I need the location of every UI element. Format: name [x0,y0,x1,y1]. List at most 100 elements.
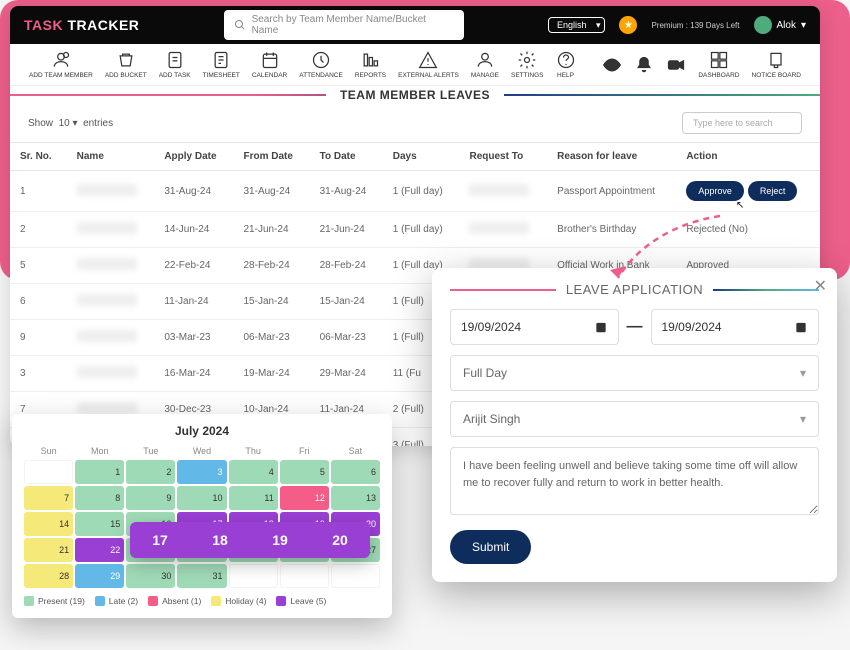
tool-dashboard[interactable]: DASHBOARD [693,50,744,79]
calendar-day[interactable] [280,564,329,588]
calendar-day[interactable]: 10 [177,486,226,510]
tool-add-team-member[interactable]: ADD TEAM MEMBER [24,50,98,79]
calendar-day[interactable] [331,564,380,588]
to-date-input[interactable]: 19/09/2024 [651,309,820,345]
leave-application-modal: ✕ LEAVE APPLICATION 19/09/2024 — 19/09/2… [432,268,837,582]
calendar-weekday: Wed [177,444,226,458]
page-title: TEAM MEMBER LEAVES [326,88,504,102]
tool-attendance[interactable]: ATTENDANCE [294,50,348,79]
tool-eye[interactable] [597,55,627,75]
table-header: From Date [234,143,310,171]
calendar-day[interactable]: 3 [177,460,226,484]
calendar-day[interactable]: 1 [75,460,124,484]
user-menu[interactable]: Alok ▾ [754,16,806,34]
tool-external-alerts[interactable]: EXTERNAL ALERTS [393,50,464,79]
legend-item: Late (2) [95,596,138,606]
calendar-weekday: Fri [280,444,329,458]
calendar-day[interactable]: 12 [280,486,329,510]
calendar-card: July 2024 SunMonTueWedThuFriSat123456789… [12,414,392,618]
tool-timesheet[interactable]: TIMESHEET [198,50,245,79]
tool-calendar[interactable]: CALENDAR [247,50,292,79]
table-header: Days [383,143,460,171]
day-type-select[interactable]: Full Day [450,355,819,391]
calendar-day[interactable]: 30 [126,564,175,588]
calendar-day[interactable] [229,564,278,588]
table-header: Apply Date [154,143,233,171]
reason-textarea[interactable] [450,447,819,515]
approve-button[interactable]: Approve [686,181,744,201]
date-dash: — [627,318,643,336]
calendar-weekday: Mon [75,444,124,458]
table-header: To Date [310,143,383,171]
tool-bell[interactable] [629,55,659,75]
calendar-day[interactable]: 5 [280,460,329,484]
calendar-icon [594,320,608,334]
legend-item: Holiday (4) [211,596,266,606]
table-header: Sr. No. [10,143,67,171]
toolbar: ADD TEAM MEMBER ADD BUCKET ADD TASK TIME… [10,44,820,86]
calendar-day[interactable]: 22 [75,538,124,562]
table-row: 131-Aug-2431-Aug-2431-Aug-241 (Full day)… [10,171,820,212]
search-wrap: Search by Team Member Name/Bucket Name [153,10,534,40]
calendar-day[interactable]: 7 [24,486,73,510]
calendar-day[interactable]: 31 [177,564,226,588]
calendar-day[interactable]: 14 [24,512,73,536]
cursor-icon: ↖ [736,200,746,214]
table-controls: Show 10 ▾ entries Type here to search [10,104,820,142]
tool-add-task[interactable]: ADD TASK [154,50,196,79]
request-to-select[interactable]: Arijit Singh [450,401,819,437]
app-logo: TASK TRACKER [24,17,139,33]
calendar-day[interactable]: 4 [229,460,278,484]
tool-video[interactable] [661,55,691,75]
calendar-day[interactable]: 28 [24,564,73,588]
tool-settings[interactable]: SETTINGS [506,50,549,79]
date-row: 19/09/2024 — 19/09/2024 [450,309,819,345]
calendar-day[interactable]: 8 [75,486,124,510]
table-row: 214-Jun-2421-Jun-2421-Jun-241 (Full day)… [10,212,820,248]
premium-badge: Premium : 139 Days Left [651,21,739,30]
chevron-down-icon: ▾ [801,20,806,31]
tool-manage[interactable]: MANAGE [466,50,504,79]
legend-item: Absent (1) [148,596,201,606]
user-name: Alok [777,20,796,31]
star-icon: ★ [619,16,637,34]
legend-item: Present (19) [24,596,85,606]
calendar-legend: Present (19) Late (2) Absent (1) Holiday (4… [24,596,380,606]
calendar-highlight-strip: 17181920 [130,522,370,558]
tool-help[interactable]: HELP [551,50,581,79]
language-selector[interactable]: English [548,17,606,33]
calendar-day[interactable]: 11 [229,486,278,510]
modal-header: LEAVE APPLICATION [450,282,819,297]
tool-add-bucket[interactable]: ADD BUCKET [100,50,152,79]
from-date-input[interactable]: 19/09/2024 [450,309,619,345]
calendar-day[interactable]: 9 [126,486,175,510]
entries-selector[interactable]: Show 10 ▾ entries [28,118,113,129]
table-search[interactable]: Type here to search [682,112,802,134]
table-header: Action [676,143,820,171]
calendar-day[interactable]: 6 [331,460,380,484]
submit-button[interactable]: Submit [450,530,531,564]
calendar-title: July 2024 [24,424,380,438]
calendar-day[interactable]: 13 [331,486,380,510]
table-header: Reason for leave [547,143,676,171]
calendar-day[interactable]: 21 [24,538,73,562]
search-placeholder: Search by Team Member Name/Bucket Name [252,14,454,36]
close-icon[interactable]: ✕ [814,276,827,296]
tool-reports[interactable]: REPORTS [350,50,391,79]
page-title-row: TEAM MEMBER LEAVES [10,86,820,104]
calendar-day[interactable]: 2 [126,460,175,484]
calendar-day[interactable]: 15 [75,512,124,536]
logo-task: TASK [24,17,63,33]
avatar [754,16,772,34]
reject-button[interactable]: Reject [748,181,798,201]
legend-item: Leave (5) [276,596,326,606]
calendar-weekday: Sun [24,444,73,458]
calendar-weekday: Sat [331,444,380,458]
gradient-divider: TEAM MEMBER LEAVES [10,94,820,96]
tool-notice-board[interactable]: NOTICE BOARD [747,50,806,79]
calendar-day[interactable] [24,460,73,484]
table-header: Request To [459,143,547,171]
calendar-icon [794,320,808,334]
calendar-day[interactable]: 29 [75,564,124,588]
search-input[interactable]: Search by Team Member Name/Bucket Name [224,10,464,40]
